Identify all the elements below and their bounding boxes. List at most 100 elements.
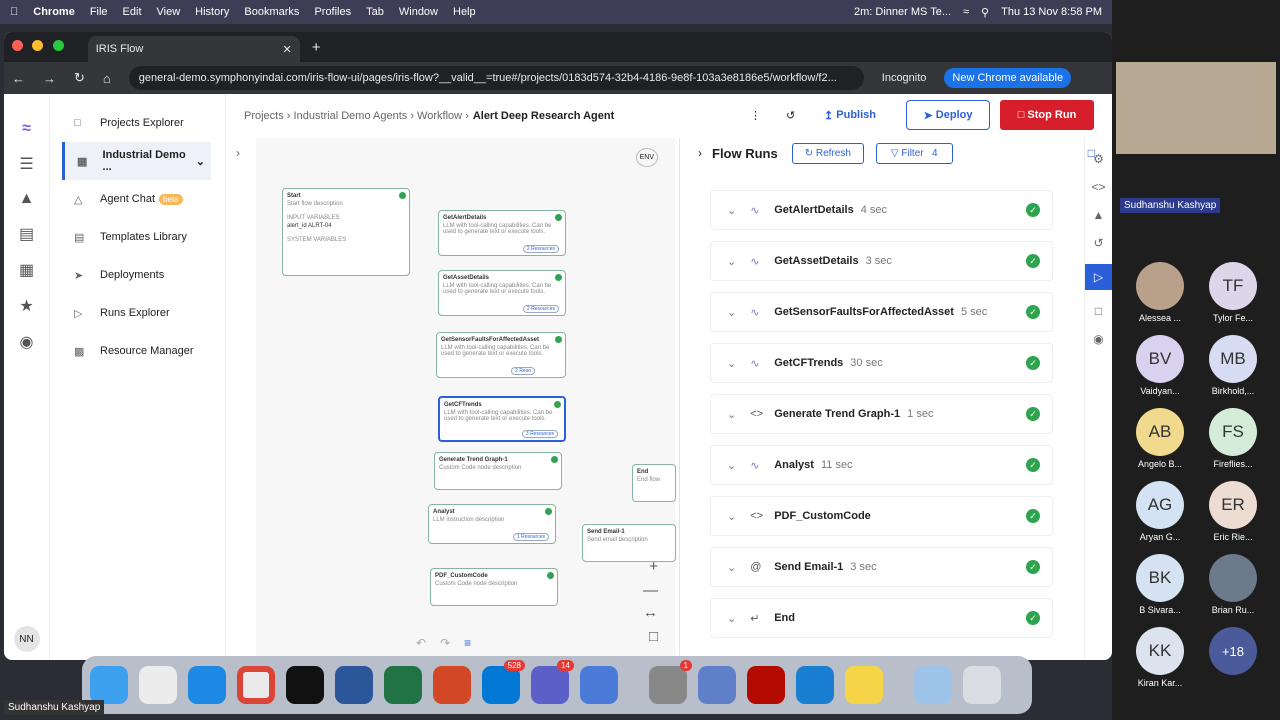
gear-icon[interactable]: ⚙	[1093, 152, 1104, 166]
app-icon[interactable]	[286, 666, 324, 704]
alert-icon[interactable]: ▲	[19, 190, 35, 208]
resources-badge[interactable]: 2 Resources	[522, 245, 559, 253]
hamburger-icon[interactable]: ☰	[19, 154, 33, 174]
menu-window[interactable]: Window	[399, 6, 438, 18]
run-row[interactable]: ⌄ ∿ GetSensorFaultsForAffectedAsset 5 sec ✓	[710, 292, 1053, 332]
sidebar-item-industrial-demo[interactable]: ▦ Industrial Demo ... ⌄	[62, 142, 211, 180]
sidebar-item-runs-explorer[interactable]: ▷ Runs Explorer	[50, 294, 225, 332]
close-tab-icon[interactable]: ✕	[282, 43, 291, 56]
incognito-indicator[interactable]: Incognito	[882, 72, 927, 84]
deploy-button[interactable]: ➤ Deploy	[906, 100, 990, 130]
comment-icon[interactable]: □	[1095, 304, 1102, 318]
collapse-icon[interactable]: ›	[698, 146, 702, 160]
chrome-icon[interactable]	[237, 666, 275, 704]
undo-icon[interactable]: ↶	[416, 636, 426, 650]
map-icon[interactable]: ▤	[19, 224, 34, 244]
resources-badge[interactable]: 1 Resources	[512, 533, 549, 541]
participant-tile[interactable]: Brian Ru...	[1209, 554, 1257, 615]
menu-history[interactable]: History	[195, 6, 229, 18]
participant-tile[interactable]: TF Tylor Fe...	[1209, 262, 1257, 323]
chevron-down-icon[interactable]: ⌄	[727, 408, 736, 421]
zoom-in-icon[interactable]: +	[649, 558, 658, 575]
participant-tile[interactable]: Alessea ...	[1136, 262, 1184, 323]
participant-tile[interactable]: KK Kiran Kar...	[1136, 627, 1184, 688]
node-pdf-custom-code[interactable]: PDF_CustomCode Custom Code node descripti…	[430, 568, 558, 606]
minimize-button[interactable]	[32, 40, 44, 51]
safari-icon[interactable]	[188, 666, 226, 704]
resources-badge[interactable]: 3 Resources	[521, 430, 558, 438]
menu-bookmarks[interactable]: Bookmarks	[244, 6, 299, 18]
chevron-down-icon[interactable]: ⌄	[727, 306, 736, 319]
publish-button[interactable]: ↥ Publish	[824, 100, 876, 130]
close-window-button[interactable]	[12, 40, 23, 51]
run-row[interactable]: ⌄ @ Send Email-1 3 sec ✓	[710, 547, 1053, 587]
env-badge[interactable]: ENV	[635, 148, 658, 167]
menu-file[interactable]: File	[90, 6, 108, 18]
sidebar-item-projects-explorer[interactable]: □ Projects Explorer	[50, 104, 225, 142]
word-icon[interactable]	[335, 666, 373, 704]
finder-icon[interactable]	[90, 666, 128, 704]
run-row[interactable]: ⌄ ↵ End ✓	[710, 598, 1053, 638]
wifi-icon[interactable]: ≈	[963, 6, 969, 18]
node-get-cf-trends[interactable]: GetCFTrends LLM with tool-calling capabil…	[438, 396, 566, 442]
notes-icon[interactable]	[845, 666, 883, 704]
node-analyst[interactable]: Analyst LLM instruction description 1 Reso…	[428, 504, 556, 544]
search-icon[interactable]: ⚲	[981, 6, 989, 19]
outlook-icon[interactable]: 528	[482, 660, 525, 704]
menu-tab[interactable]: Tab	[366, 6, 384, 18]
palette-icon[interactable]: ◉	[20, 332, 34, 352]
runner-icon[interactable]: ★	[19, 296, 33, 316]
menu-app[interactable]: Chrome	[33, 6, 75, 18]
trash-icon[interactable]	[963, 666, 1001, 704]
participant-tile[interactable]: BV Vaidyan...	[1136, 335, 1184, 396]
chevron-down-icon[interactable]: ⌄	[727, 357, 736, 370]
run-row[interactable]: ⌄ ∿ GetAlertDetails 4 sec ✓	[710, 190, 1053, 230]
maximize-button[interactable]	[52, 40, 64, 51]
run-row[interactable]: ⌄ ∿ GetAssetDetails 3 sec ✓	[710, 241, 1053, 281]
chevron-down-icon[interactable]: ⌄	[196, 155, 205, 168]
powerpoint-icon[interactable]	[433, 666, 471, 704]
play-panel-icon[interactable]: ▷	[1084, 264, 1112, 290]
sidebar-item-resource-manager[interactable]: ▩ Resource Manager	[50, 332, 225, 370]
launchpad-icon[interactable]	[139, 666, 177, 704]
excel-icon[interactable]	[384, 666, 422, 704]
node-get-asset-details[interactable]: GetAssetDetails LLM with tool-calling cap…	[438, 270, 566, 316]
run-row[interactable]: ⌄ <> PDF_CustomCode ✓	[710, 496, 1053, 536]
sidebar-item-deployments[interactable]: ➤ Deployments	[50, 256, 225, 294]
meeting-status[interactable]: 2m: Dinner MS Te...	[854, 6, 951, 18]
node-get-alert-details[interactable]: GetAlertDetails LLM with tool-calling cap…	[438, 210, 566, 256]
node-end[interactable]: End End flow	[632, 464, 676, 502]
chevron-down-icon[interactable]: ⌄	[727, 204, 736, 217]
run-row[interactable]: ⌄ ∿ Analyst 11 sec ✓	[710, 445, 1053, 485]
run-row[interactable]: ⌄ ∿ GetCFTrends 30 sec ✓	[710, 343, 1053, 383]
node-send-email[interactable]: Send Email-1 Send email description	[582, 524, 676, 562]
downloads-folder-icon[interactable]	[914, 666, 952, 704]
resources-badge[interactable]: 2 Resources	[522, 305, 559, 313]
new-tab-button[interactable]: +	[312, 39, 321, 56]
chevron-down-icon[interactable]: ⌄	[727, 561, 736, 574]
zoom-out-icon[interactable]: —	[643, 582, 658, 599]
participant-tile[interactable]: MB Birkhold,...	[1209, 335, 1257, 396]
url-field[interactable]: general-demo.symphonyindai.com/iris-flow…	[128, 66, 864, 90]
menu-edit[interactable]: Edit	[123, 6, 142, 18]
node-get-sensor-faults[interactable]: GetSensorFaultsForAffectedAsset LLM with …	[436, 332, 566, 378]
chevron-down-icon[interactable]: ⌄	[727, 255, 736, 268]
workflow-icon[interactable]: ▦	[19, 260, 34, 280]
breadcrumb-workflow[interactable]: Workflow	[417, 110, 462, 122]
participant-tile[interactable]: AB Angelo B...	[1136, 408, 1184, 469]
acrobat-icon[interactable]	[747, 666, 785, 704]
participant-tile[interactable]: BK B Sivara...	[1136, 554, 1184, 615]
history-icon[interactable]: ↺	[1093, 236, 1103, 250]
browser-tab[interactable]: IRIS Flow ✕	[87, 36, 300, 62]
lock-icon[interactable]: □	[649, 628, 658, 645]
hierarchy-icon[interactable]: ▲	[1093, 208, 1105, 222]
redo-icon[interactable]: ↷	[440, 636, 450, 650]
teams-icon[interactable]: 14	[531, 660, 574, 704]
chevron-down-icon[interactable]: ⌄	[727, 459, 736, 472]
breadcrumb-industrial-demo-agents[interactable]: Industrial Demo Agents	[294, 110, 408, 122]
new-chrome-button[interactable]: New Chrome available	[944, 68, 1072, 88]
participant-tile[interactable]: AG Aryan G...	[1136, 481, 1184, 542]
workflow-canvas[interactable]: ENV Start Start flow description INPUT V…	[256, 138, 676, 660]
vscode-icon[interactable]	[796, 666, 834, 704]
expand-panel-icon[interactable]: ›	[236, 146, 240, 160]
